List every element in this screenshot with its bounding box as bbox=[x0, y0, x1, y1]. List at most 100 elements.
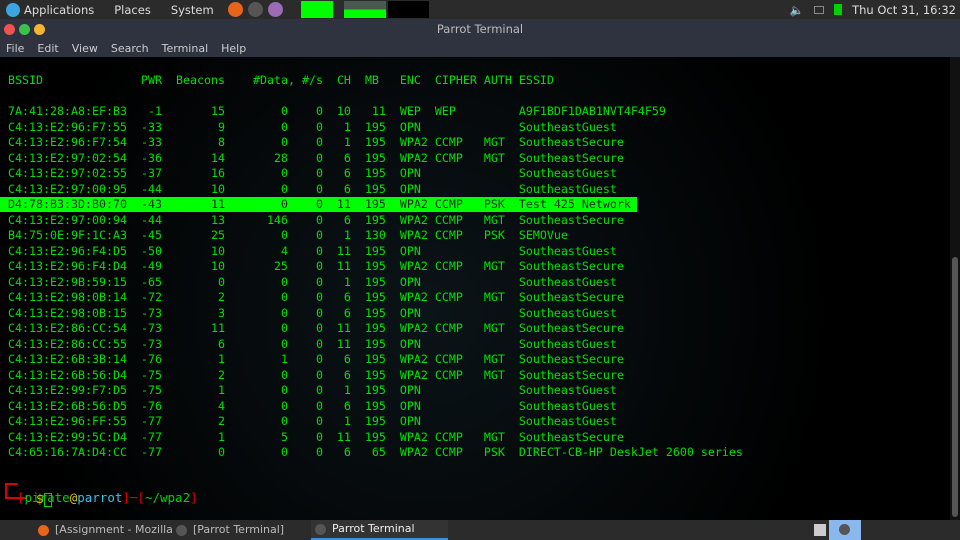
cell-essid: DIRECT-CB-HP DeskJet 2600 series bbox=[518, 445, 743, 459]
cell-auth: MGT bbox=[483, 367, 505, 382]
cell-enc: WPA2 bbox=[399, 197, 428, 211]
cell-auth: MGT bbox=[483, 290, 505, 304]
network-monitor bbox=[388, 1, 429, 18]
cell-mb: 195 bbox=[364, 197, 386, 211]
cell-essid: SoutheastGuest bbox=[518, 398, 617, 413]
table-row: C4:13:E2:96:F7:54 -33 8 0 0 1 195 WPA2 CCMP MGT So… bbox=[8, 135, 948, 150]
menu-search[interactable]: Search bbox=[111, 42, 149, 55]
cell-enc: OPN bbox=[399, 166, 421, 180]
cell-auth: MGT bbox=[483, 321, 505, 335]
cell-essid: SoutheastGuest bbox=[518, 383, 617, 397]
workspace-icon[interactable] bbox=[814, 524, 826, 536]
header-auth: AUTH bbox=[483, 73, 512, 87]
cell-mb: 195 bbox=[364, 367, 386, 382]
cell-beacons: 2 bbox=[217, 367, 225, 382]
header-pwr: PWR bbox=[140, 73, 162, 87]
cell-essid: SoutheastGuest bbox=[518, 274, 617, 289]
cell-essid: SoutheastSecure bbox=[518, 429, 624, 444]
menu-view[interactable]: View bbox=[72, 42, 98, 55]
cell-beacons: 14 bbox=[210, 150, 225, 165]
task-firefox[interactable]: [Assignment - Mozilla ... bbox=[38, 520, 187, 540]
prompt-host: parrot bbox=[77, 490, 123, 505]
cell-essid: SoutheastSecure bbox=[518, 367, 624, 382]
terminal-output[interactable]: BSSID PWR Beacons #Data, #/s CH MB ENC C… bbox=[0, 57, 950, 520]
cell-auth: PSK bbox=[483, 228, 505, 242]
cell-enc: WPA2 bbox=[399, 212, 428, 227]
cell-beacons: 1 bbox=[217, 383, 225, 397]
cell-enc: WPA2 bbox=[399, 445, 428, 459]
cell-mb: 195 bbox=[364, 274, 386, 289]
header-cipher: CIPHER bbox=[434, 73, 477, 87]
cell-pwr: -77 bbox=[140, 445, 162, 459]
task-terminal-active[interactable]: Parrot Terminal bbox=[311, 520, 448, 540]
table-row: C4:13:E2:97:02:54 -36 14 28 0 6 195 WPA2 CCMP MGT… bbox=[8, 151, 948, 166]
clock[interactable]: Thu Oct 31, 16:32 bbox=[852, 3, 956, 17]
firefox-icon[interactable] bbox=[227, 2, 243, 17]
window-titlebar[interactable]: Parrot Terminal bbox=[0, 19, 960, 40]
maximize-button[interactable] bbox=[19, 24, 30, 35]
menu-system[interactable]: System bbox=[171, 3, 214, 17]
menu-applications[interactable]: Applications bbox=[6, 2, 94, 17]
window-title: Parrot Terminal bbox=[436, 22, 524, 36]
menu-help[interactable]: Help bbox=[221, 42, 246, 55]
task-label: [Assignment - Mozilla ... bbox=[55, 523, 187, 536]
header-ch: CH bbox=[336, 73, 351, 87]
cell-auth: MGT bbox=[483, 212, 505, 227]
table-header: BSSID PWR Beacons #Data, #/s CH MB ENC C… bbox=[8, 73, 948, 88]
cell-mb: 195 bbox=[364, 336, 386, 351]
cell-auth: MGT bbox=[483, 259, 505, 273]
menu-terminal[interactable]: Terminal bbox=[162, 42, 209, 55]
cell-pwr: -73 bbox=[140, 321, 162, 335]
cell-pwr: -76 bbox=[140, 352, 162, 366]
task-terminal-1[interactable]: [Parrot Terminal] bbox=[176, 520, 284, 540]
header-enc: ENC bbox=[399, 73, 421, 87]
cell-cipher: CCMP bbox=[434, 228, 463, 242]
display-icon[interactable] bbox=[814, 5, 825, 14]
cell-beacons: 13 bbox=[210, 212, 225, 227]
text-cursor[interactable] bbox=[43, 492, 52, 507]
cell-beacons: 11 bbox=[210, 197, 225, 211]
header-bssid: BSSID bbox=[8, 73, 43, 87]
table-row: C4:13:E2:6B:56:D5 -76 4 0 0 6 195 OPN SoutheastG… bbox=[8, 399, 948, 414]
header-data: #Data, #/s bbox=[252, 73, 323, 87]
workspace-switcher[interactable] bbox=[829, 520, 861, 540]
table-row: C4:13:E2:96:F7:55 -33 9 0 0 1 195 OPN SoutheastG… bbox=[8, 120, 948, 135]
scrollbar-thumb[interactable] bbox=[952, 257, 958, 517]
cell-enc: OPN bbox=[399, 414, 421, 428]
close-button[interactable] bbox=[4, 24, 15, 35]
table-row: C4:13:E2:86:CC:55 -73 6 0 0 11 195 OPN Southeast… bbox=[8, 337, 948, 352]
minimize-button[interactable] bbox=[34, 24, 45, 35]
cell-enc: OPN bbox=[399, 181, 421, 196]
menu-file[interactable]: File bbox=[6, 42, 24, 55]
cell-enc: WPA2 bbox=[399, 367, 428, 382]
header-mb: MB bbox=[364, 73, 379, 87]
text-editor-icon[interactable] bbox=[267, 2, 283, 17]
cell-pwr: -37 bbox=[140, 166, 162, 180]
cell-mb: 130 bbox=[364, 228, 386, 242]
menu-places[interactable]: Places bbox=[114, 3, 151, 17]
cell-enc: OPN bbox=[399, 243, 421, 258]
cell-essid: SoutheastSecure bbox=[518, 212, 624, 227]
cell-essid: SoutheastSecure bbox=[518, 321, 624, 335]
cell-cipher: CCMP bbox=[434, 429, 463, 444]
cell-mb: 195 bbox=[364, 398, 386, 413]
cell-essid: SEMOVue bbox=[518, 228, 568, 242]
cell-enc: OPN bbox=[399, 119, 421, 134]
cell-cipher: CCMP bbox=[434, 367, 463, 382]
cell-cipher: CCMP bbox=[434, 352, 463, 366]
cell-cipher: CCMP bbox=[434, 150, 463, 165]
cell-mb: 65 bbox=[371, 445, 386, 459]
cell-pwr: -45 bbox=[140, 228, 162, 242]
prompt-corner bbox=[5, 483, 17, 497]
table-row: C4:13:E2:6B:3B:14 -76 1 1 0 6 195 WPA2 CCMP MGT So… bbox=[8, 352, 948, 367]
scrollbar[interactable] bbox=[950, 57, 960, 520]
cell-mb: 195 bbox=[364, 243, 386, 258]
terminal-launcher-icon[interactable] bbox=[247, 2, 263, 17]
volume-icon[interactable]: 🔈 bbox=[790, 3, 804, 17]
battery-icon[interactable] bbox=[834, 4, 843, 15]
table-row: C4:13:E2:86:CC:54 -73 11 0 0 11 195 WPA2 CCMP MGT… bbox=[8, 321, 948, 336]
cell-cipher: CCMP bbox=[434, 197, 463, 211]
cell-enc: OPN bbox=[399, 383, 421, 397]
table-row: C4:13:E2:98:0B:14 -72 2 0 0 6 195 WPA2 CCMP MGT So… bbox=[8, 290, 948, 305]
menu-edit[interactable]: Edit bbox=[37, 42, 58, 55]
